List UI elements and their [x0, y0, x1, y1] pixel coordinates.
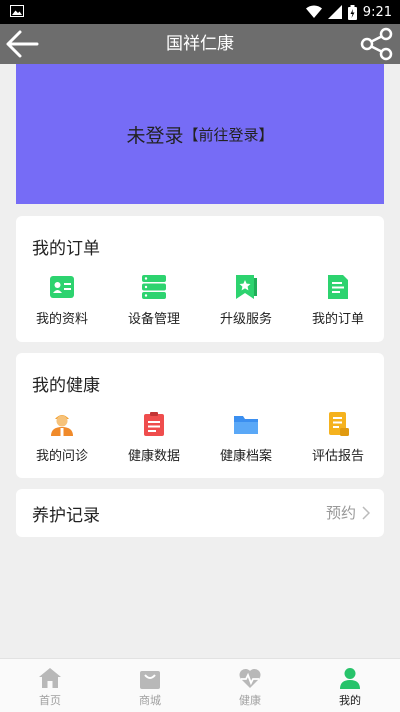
status-time: 9:21 — [362, 4, 392, 20]
tab-label: 我的 — [339, 694, 361, 707]
grid-item-label: 设备管理 — [127, 312, 180, 327]
tab-label: 商城 — [139, 694, 161, 707]
not-logged-in-text: 未登录 — [126, 124, 184, 147]
health-card: 我的健康 我的问诊 健康数据 健康档案 评估报告 — [16, 353, 384, 478]
server-icon — [142, 275, 166, 299]
share-icon[interactable] — [360, 27, 394, 61]
appointment-label: 预约 — [325, 504, 356, 522]
grid-item-label: 升级服务 — [219, 312, 272, 327]
image-notification-icon — [10, 5, 24, 17]
grid-item-label: 我的资料 — [35, 312, 88, 327]
grid-item-device-management[interactable]: 设备管理 — [108, 274, 200, 327]
document-icon — [328, 275, 348, 299]
chevron-right-icon — [362, 505, 370, 520]
tab-mall[interactable]: 商城 — [100, 659, 200, 712]
app-title: 国祥仁康 — [166, 34, 234, 54]
user-icon — [340, 668, 360, 689]
signal-icon — [327, 5, 342, 19]
tab-home[interactable]: 首页 — [0, 659, 100, 712]
appointment-link[interactable]: 预约 — [326, 502, 370, 523]
clipboard-icon — [144, 412, 164, 436]
grid-item-health-data[interactable]: 健康数据 — [108, 411, 200, 464]
health-card-title: 我的健康 — [32, 376, 100, 396]
app-bar: 国祥仁康 — [0, 24, 400, 64]
grid-item-label: 健康数据 — [127, 449, 180, 464]
tab-label: 健康 — [239, 694, 261, 707]
care-records-title: 养护记录 — [32, 506, 100, 526]
status-bar: 9:21 — [0, 0, 400, 24]
go-login-link[interactable]: 【前往登录】 — [184, 124, 274, 145]
care-records-row[interactable]: 养护记录 预约 — [16, 489, 384, 537]
orders-card: 我的订单 我的资料 设备管理 升级服务 我的订单 — [16, 216, 384, 342]
report-icon — [329, 412, 349, 436]
tab-label: 首页 — [39, 694, 61, 707]
profile-card-icon — [50, 276, 74, 298]
heart-pulse-icon — [239, 668, 261, 688]
battery-icon — [347, 4, 357, 20]
bookmark-star-icon — [236, 275, 257, 299]
tab-health[interactable]: 健康 — [200, 659, 300, 712]
tab-mine[interactable]: 我的 — [300, 659, 400, 712]
orders-card-title: 我的订单 — [32, 239, 100, 259]
grid-item-label: 我的问诊 — [35, 449, 88, 464]
grid-item-my-consultation[interactable]: 我的问诊 — [16, 411, 108, 464]
grid-item-my-orders[interactable]: 我的订单 — [292, 274, 384, 327]
grid-item-label: 我的订单 — [311, 312, 364, 327]
back-arrow-icon[interactable] — [4, 28, 40, 60]
bottom-tab-bar: 首页 商城 健康 我的 — [0, 658, 400, 712]
grid-item-upgrade-service[interactable]: 升级服务 — [200, 274, 292, 327]
doctor-icon — [51, 415, 73, 436]
grid-item-label: 评估报告 — [311, 449, 364, 464]
grid-item-label: 健康档案 — [219, 449, 272, 464]
folder-icon — [234, 416, 258, 434]
grid-item-my-profile[interactable]: 我的资料 — [16, 274, 108, 327]
home-icon — [39, 668, 61, 688]
grid-item-assessment-report[interactable]: 评估报告 — [292, 411, 384, 464]
grid-item-health-records[interactable]: 健康档案 — [200, 411, 292, 464]
wifi-icon — [305, 5, 322, 18]
login-banner[interactable]: 未登录 【前往登录】 — [16, 64, 384, 204]
shopping-bag-icon — [140, 671, 160, 689]
